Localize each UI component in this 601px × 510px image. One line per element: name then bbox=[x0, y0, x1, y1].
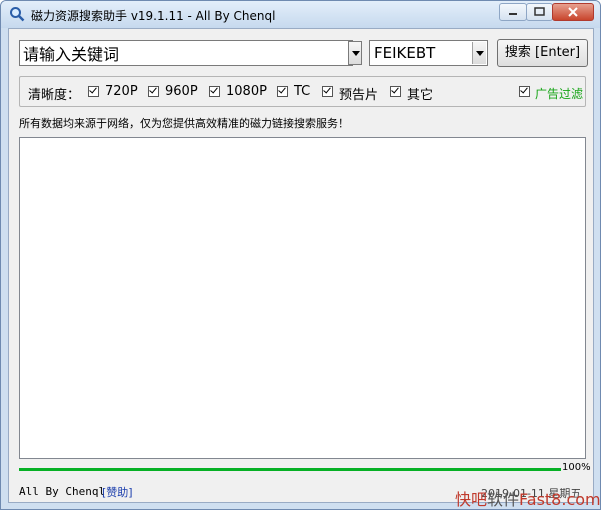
progress-bar bbox=[19, 468, 561, 471]
close-button[interactable] bbox=[552, 3, 594, 21]
main-panel: FEIKEBT 搜索 [Enter] 清晰度： 720P 960P 1080P … bbox=[8, 28, 594, 503]
maximize-icon bbox=[534, 7, 545, 16]
watermark-part3: Fast8.com bbox=[519, 490, 601, 509]
chevron-down-icon[interactable] bbox=[472, 42, 486, 64]
magnet-search-icon bbox=[10, 7, 25, 22]
checkbox-trailer-label[interactable]: 预告片 bbox=[339, 84, 378, 103]
search-combobox[interactable] bbox=[19, 40, 353, 66]
data-source-notice: 所有数据均来源于网络，仅为您提供高效精准的磁力链接搜索服务！ bbox=[19, 117, 349, 130]
progress-percent: 100% bbox=[562, 462, 591, 473]
source-select-value: FEIKEBT bbox=[374, 44, 436, 62]
checkbox-tc[interactable] bbox=[277, 86, 288, 97]
checkbox-trailer[interactable] bbox=[322, 86, 333, 97]
checkbox-1080p-label[interactable]: 1080P bbox=[226, 84, 267, 99]
resolution-label: 清晰度： bbox=[28, 88, 81, 103]
search-history-dropdown[interactable] bbox=[348, 41, 362, 65]
checkbox-720p[interactable] bbox=[88, 86, 99, 97]
search-button[interactable]: 搜索 [Enter] bbox=[497, 39, 588, 67]
checkbox-other-label[interactable]: 其它 bbox=[407, 84, 433, 103]
checkbox-tc-label[interactable]: TC bbox=[294, 84, 310, 99]
donate-link[interactable]: [赞助] bbox=[102, 484, 133, 500]
watermark-part2: 软件 bbox=[487, 490, 520, 509]
checkbox-960p-label[interactable]: 960P bbox=[165, 84, 198, 99]
checkbox-ad-filter-label[interactable]: 广告过滤 bbox=[535, 85, 583, 102]
checkbox-ad-filter[interactable] bbox=[519, 86, 530, 97]
author-credit: All By Chenql bbox=[19, 485, 106, 498]
title-bar: 磁力资源搜索助手 v19.1.11 - All By Chenql bbox=[1, 1, 600, 28]
watermark-part1: 快吧 bbox=[455, 490, 488, 509]
checkbox-other[interactable] bbox=[390, 86, 401, 97]
resolution-filter-group: 清晰度： 720P 960P 1080P TC 预告片 其它 广告过滤 bbox=[19, 76, 586, 107]
close-icon bbox=[568, 7, 578, 17]
window-title: 磁力资源搜索助手 v19.1.11 - All By Chenql bbox=[31, 9, 276, 23]
maximize-button[interactable] bbox=[526, 3, 553, 21]
checkbox-720p-label[interactable]: 720P bbox=[105, 84, 138, 99]
minimize-icon bbox=[509, 13, 517, 15]
progress-fill bbox=[19, 468, 561, 471]
search-input[interactable] bbox=[23, 42, 343, 64]
minimize-button[interactable] bbox=[499, 3, 527, 21]
app-window: 磁力资源搜索助手 v19.1.11 - All By Chenql FEIKEB… bbox=[0, 0, 601, 510]
checkbox-1080p[interactable] bbox=[209, 86, 220, 97]
results-list[interactable] bbox=[19, 137, 586, 459]
checkbox-960p[interactable] bbox=[148, 86, 159, 97]
source-select[interactable]: FEIKEBT bbox=[369, 40, 488, 66]
watermark: 快吧软件Fast8.com bbox=[455, 486, 601, 510]
